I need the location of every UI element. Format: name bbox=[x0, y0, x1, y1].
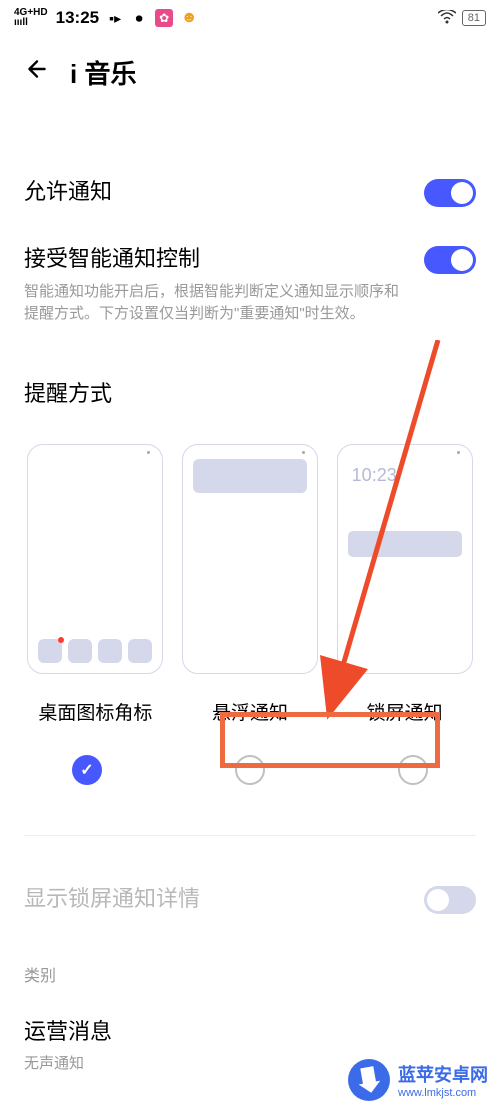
page-header: i 音乐 bbox=[0, 36, 500, 109]
app-icon-2: ☻ bbox=[181, 10, 197, 26]
back-button[interactable] bbox=[24, 56, 50, 89]
watermark: 蓝苹安卓网 www.lmkjst.com bbox=[348, 1059, 488, 1101]
allow-notifications-label: 允许通知 bbox=[24, 177, 408, 208]
battery-indicator: 81 bbox=[462, 10, 486, 26]
record-icon: ⏺ bbox=[131, 10, 147, 26]
smart-control-toggle[interactable] bbox=[424, 246, 476, 274]
alert-option-lock: 10:23 锁屏通知 bbox=[333, 444, 476, 725]
check-float[interactable] bbox=[235, 755, 265, 785]
check-badge[interactable] bbox=[72, 755, 102, 785]
watermark-title: 蓝苹安卓网 bbox=[398, 1061, 488, 1087]
app-icon-1: ✿ bbox=[155, 9, 173, 27]
alert-badge-label: 桌面图标角标 bbox=[38, 698, 152, 725]
alert-option-float: 悬浮通知 bbox=[179, 444, 322, 725]
smart-control-desc: 智能通知功能开启后，根据智能判断定义通知显示顺序和提醒方式。下方设置仅当判断为"… bbox=[24, 281, 408, 326]
alert-float-label: 悬浮通知 bbox=[212, 698, 288, 725]
setting-allow-notifications: 允许通知 bbox=[24, 159, 476, 226]
setting-lockscreen-detail: 显示锁屏通知详情 bbox=[24, 866, 476, 933]
smart-control-label: 接受智能通知控制 bbox=[24, 244, 408, 275]
divider bbox=[24, 835, 476, 836]
alert-method-title: 提醒方式 bbox=[24, 376, 476, 408]
preview-badge[interactable] bbox=[27, 444, 163, 674]
alert-lock-label: 锁屏通知 bbox=[367, 698, 443, 725]
status-left: 4G+HDıııll 13:25 ▪▸ ⏺ ✿ ☻ bbox=[14, 8, 197, 28]
alert-checks-row bbox=[24, 755, 476, 785]
preview-lock[interactable]: 10:23 bbox=[337, 444, 473, 674]
signal-indicator: 4G+HDıııll bbox=[14, 8, 48, 28]
alert-option-badge: 桌面图标角标 bbox=[24, 444, 167, 725]
watermark-logo-icon bbox=[348, 1059, 390, 1101]
lockscreen-detail-label: 显示锁屏通知详情 bbox=[24, 884, 408, 915]
preview-float[interactable] bbox=[182, 444, 318, 674]
status-bar: 4G+HDıııll 13:25 ▪▸ ⏺ ✿ ☻ 81 bbox=[0, 0, 500, 36]
category-item-title: 运营消息 bbox=[24, 1014, 476, 1046]
setting-smart-control: 接受智能通知控制 智能通知功能开启后，根据智能判断定义通知显示顺序和提醒方式。下… bbox=[24, 226, 476, 344]
check-lock[interactable] bbox=[398, 755, 428, 785]
preview-lock-time: 10:23 bbox=[352, 465, 397, 486]
page-title: i 音乐 bbox=[70, 54, 136, 91]
status-time: 13:25 bbox=[56, 8, 99, 28]
allow-notifications-toggle[interactable] bbox=[424, 179, 476, 207]
wifi-icon bbox=[438, 10, 456, 27]
alert-options-row: 桌面图标角标 悬浮通知 10:23 锁屏通知 bbox=[24, 444, 476, 725]
lockscreen-detail-toggle[interactable] bbox=[424, 886, 476, 914]
watermark-url: www.lmkjst.com bbox=[398, 1087, 488, 1099]
category-header: 类别 bbox=[24, 962, 476, 986]
video-icon: ▪▸ bbox=[107, 10, 123, 26]
status-right: 81 bbox=[438, 10, 486, 27]
